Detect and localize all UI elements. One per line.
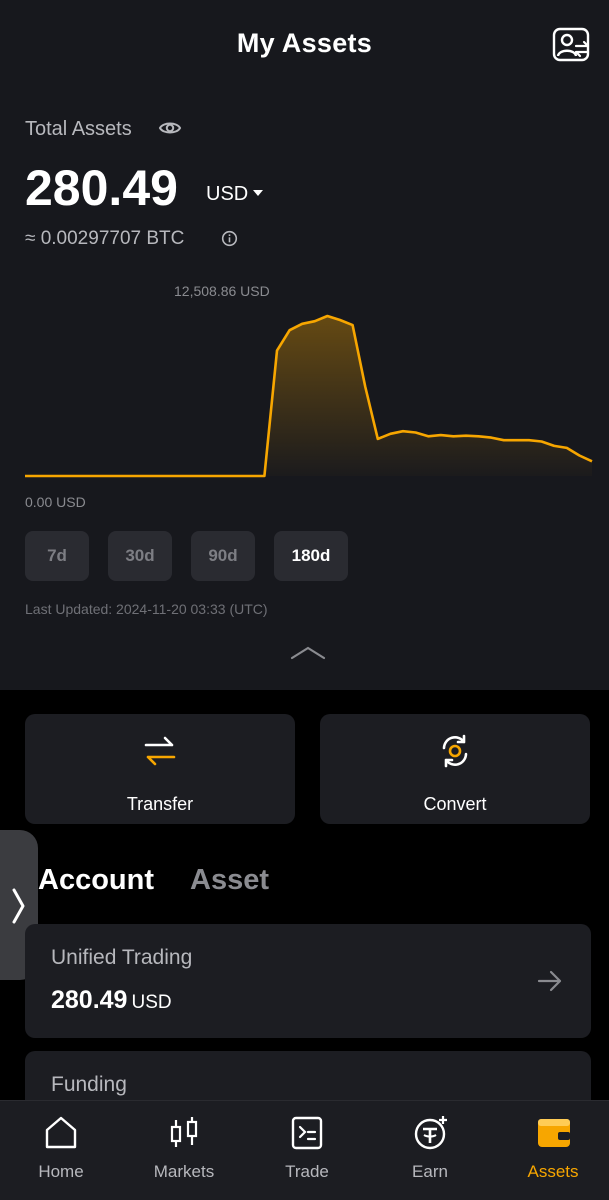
chart-area-fill	[25, 316, 592, 476]
tab-account[interactable]: Account	[38, 864, 154, 897]
currency-selector[interactable]: USD	[206, 183, 248, 206]
nav-label: Home	[38, 1162, 84, 1181]
chart-min-label: 0.00 USD	[25, 494, 86, 510]
profile-switch-icon[interactable]	[550, 26, 592, 64]
nav-markets[interactable]: Markets	[134, 1101, 234, 1200]
account-name: Funding	[51, 1073, 127, 1096]
nav-assets[interactable]: Assets	[503, 1101, 603, 1200]
assets-summary-panel: My Assets Total Assets 280.49 USD ≈ 0.00…	[0, 0, 609, 690]
page-title: My Assets	[236, 28, 373, 58]
last-updated: Last Updated: 2024-11-20 03:33 (UTC)	[25, 601, 268, 617]
arrow-right-icon[interactable]	[537, 970, 563, 992]
home-icon	[45, 1116, 77, 1149]
account-amount-value: 280.49	[51, 986, 128, 1014]
trade-icon	[291, 1116, 323, 1150]
total-assets-amount: 280.49	[25, 160, 178, 216]
nav-earn[interactable]: Earn	[380, 1101, 480, 1200]
account-amount-currency: USD	[131, 992, 172, 1013]
convert-icon	[442, 734, 468, 768]
convert-label: Convert	[423, 794, 487, 814]
convert-button[interactable]: Convert	[320, 714, 590, 824]
bottom-nav: Home Markets Trade Earn Assets	[0, 1100, 609, 1200]
nav-label: Earn	[412, 1162, 448, 1181]
account-amount: 280.49 USD	[51, 986, 172, 1015]
assets-chart	[25, 314, 593, 478]
chevron-right-icon	[12, 888, 25, 924]
transfer-button[interactable]: Transfer	[25, 714, 295, 824]
nav-home[interactable]: Home	[11, 1101, 111, 1200]
nav-label: Assets	[527, 1162, 579, 1181]
nav-label: Markets	[153, 1162, 215, 1181]
nav-trade[interactable]: Trade	[257, 1101, 357, 1200]
btc-equivalent: ≈ 0.00297707 BTC	[25, 228, 185, 249]
transfer-label: Transfer	[126, 794, 194, 814]
wallet-icon	[538, 1119, 570, 1147]
candlestick-icon	[170, 1117, 198, 1147]
transfer-icon	[144, 736, 176, 766]
info-icon[interactable]	[221, 230, 238, 247]
range-7d-button[interactable]: 7d	[25, 531, 89, 581]
eye-icon[interactable]	[158, 116, 182, 140]
range-180d-button[interactable]: 180d	[274, 531, 348, 581]
nav-label: Trade	[285, 1162, 329, 1181]
earn-icon	[414, 1116, 447, 1150]
total-assets-label: Total Assets	[25, 118, 132, 140]
caret-down-icon[interactable]	[253, 190, 263, 196]
range-90d-button[interactable]: 90d	[191, 531, 255, 581]
chevron-up-icon[interactable]	[290, 645, 326, 661]
tab-asset[interactable]: Asset	[190, 864, 269, 897]
account-name: Unified Trading	[51, 946, 193, 969]
account-card-unified-trading[interactable]: Unified Trading 280.49 USD	[25, 924, 591, 1038]
range-30d-button[interactable]: 30d	[108, 531, 172, 581]
